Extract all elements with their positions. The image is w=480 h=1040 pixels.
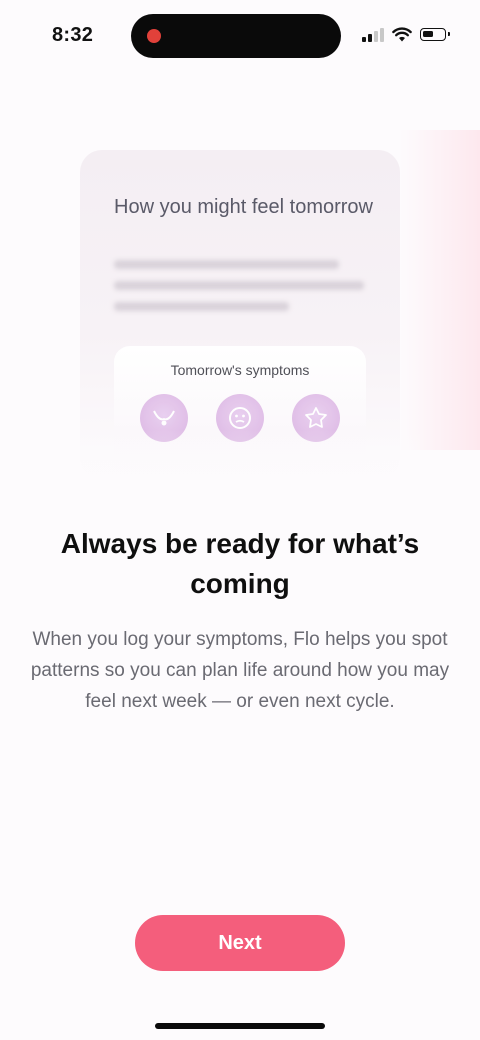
status-bar: 8:32 [0,0,480,72]
onboarding-body: When you log your symptoms, Flo helps yo… [30,629,450,712]
status-time: 8:32 [52,24,94,46]
recording-indicator-icon [147,29,161,43]
home-indicator[interactable] [155,1023,325,1029]
wifi-icon [392,26,412,41]
dynamic-island [131,14,341,58]
blurred-description [114,260,364,323]
next-button[interactable]: Next [135,915,345,971]
symptoms-title: Tomorrow's symptoms [170,362,310,378]
battery-level-fill [423,30,433,37]
battery-icon [420,27,450,41]
onboarding-headline: Always be ready for what’s coming [60,528,420,599]
card-title: How you might feel tomorrow [114,196,373,218]
status-icons [362,26,450,42]
background-glow [400,130,480,450]
card-fade-overlay [60,430,420,490]
cellular-signal-icon [362,26,384,42]
